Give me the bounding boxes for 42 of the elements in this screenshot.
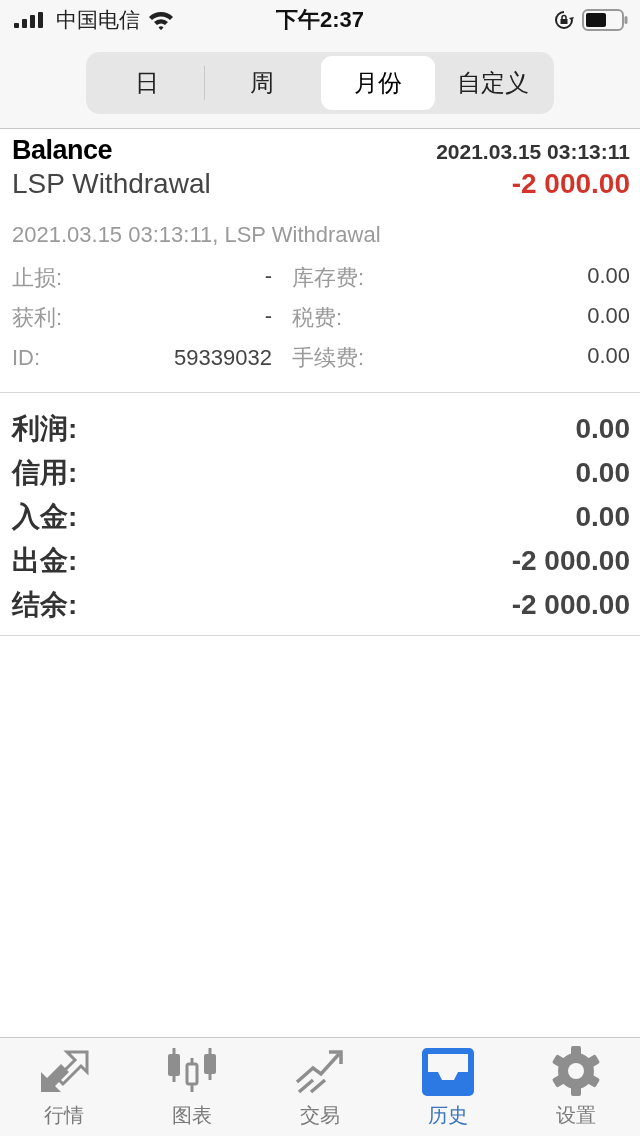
summary-label: 信用: [12, 456, 78, 490]
summary-value: 0.00 [575, 457, 630, 489]
deal-amount: -2 000.00 [511, 168, 630, 200]
summary-value: 0.00 [575, 501, 630, 533]
field-value: - [264, 263, 272, 290]
tab-bar-item[interactable]: 图表 [128, 1038, 256, 1136]
period-tab[interactable]: 月份 [320, 56, 435, 110]
summary-value: 0.00 [575, 413, 630, 445]
deal-detail: 2021.03.15 03:13:11, LSP Withdrawal [12, 222, 382, 248]
period-tab[interactable]: 日 [90, 56, 205, 110]
summary-label: 利润: [12, 412, 78, 446]
field-value: 0.00 [587, 343, 630, 370]
period-tab[interactable]: 周 [205, 56, 320, 110]
field-label: ID: [12, 345, 41, 371]
status-time: 下午2:37 [276, 6, 364, 34]
tab-bar-item[interactable]: 历史 [384, 1038, 512, 1136]
field-label: 获利: [12, 304, 63, 332]
carrier-name: 中国电信 [56, 7, 140, 33]
deal-time: 2021.03.15 03:13:11 [436, 140, 630, 164]
wifi-icon [148, 10, 174, 30]
inbox-tray-icon [421, 1045, 475, 1096]
field-label: 税费: [292, 304, 343, 332]
summary-label: 结余: [12, 588, 78, 622]
field-label: 库存费: [292, 264, 365, 292]
rotation-lock-icon [554, 10, 574, 30]
tab-bar-item[interactable]: 行情 [0, 1038, 128, 1136]
tab-bar-item[interactable]: 交易 [256, 1038, 384, 1136]
summary-value: -2 000.00 [511, 545, 630, 577]
field-value: 59339032 [174, 345, 272, 371]
field-value: 0.00 [587, 303, 630, 330]
field-value: - [264, 303, 272, 330]
tab-bar-item[interactable]: 设置 [512, 1038, 640, 1136]
deal-type: Balance [12, 135, 113, 166]
summary-label: 出金: [12, 544, 78, 578]
field-label: 止损: [12, 264, 63, 292]
period-tab[interactable]: 自定义 [435, 56, 550, 110]
field-label: 手续费: [292, 344, 365, 372]
summary-label: 入金: [12, 500, 78, 534]
field-value: 0.00 [587, 263, 630, 290]
deal-comment: LSP Withdrawal [12, 168, 211, 200]
battery-icon [582, 9, 628, 31]
summary-value: -2 000.00 [511, 589, 630, 621]
